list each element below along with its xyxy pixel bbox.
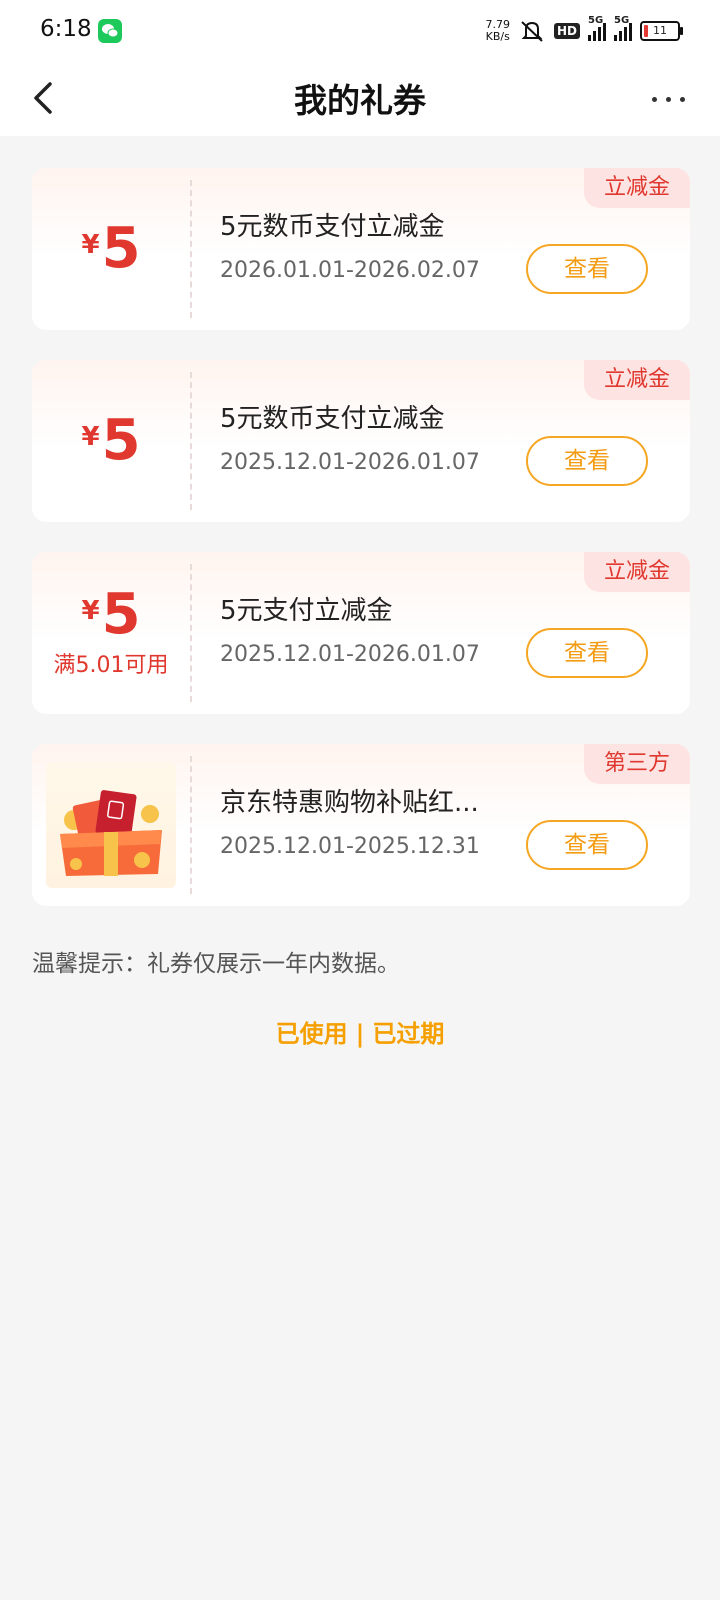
- coupon-name: 5元数币支付立减金: [220, 404, 445, 434]
- currency-symbol: ¥: [81, 596, 100, 626]
- more-options-button[interactable]: [646, 84, 690, 114]
- view-button[interactable]: 查看: [526, 244, 648, 294]
- link-separator: |: [355, 1020, 365, 1048]
- battery-level: 11: [653, 24, 667, 37]
- dashed-divider: [190, 564, 192, 702]
- status-indicators: 7.79 KB/s HD 5G 5G 11: [485, 15, 683, 46]
- gift-box-image: [46, 762, 176, 888]
- coupon-amount: ¥ 5: [81, 221, 140, 277]
- coupon-card[interactable]: 立减金 ¥ 5 5元数币支付立减金 2025.12.01-2026.01.07 …: [32, 360, 690, 522]
- tip-text: 温馨提示：礼券仅展示一年内数据。: [32, 951, 400, 977]
- coupon-validity: 2025.12.01-2026.01.07: [220, 642, 480, 667]
- coupon-tag: 立减金: [583, 168, 690, 208]
- coupon-tag: 立减金: [583, 360, 690, 400]
- coupon-card[interactable]: 第三方 京东特惠购物补贴红... 2025.12.01-2025.12.31 查…: [32, 744, 690, 906]
- coupon-amount-area: ¥ 5: [32, 360, 190, 522]
- currency-symbol: ¥: [81, 422, 100, 452]
- more-dots-icon: [651, 96, 657, 102]
- coupon-list: 立减金 ¥ 5 5元数币支付立减金 2026.01.01-2026.02.07 …: [32, 168, 690, 936]
- coupon-card[interactable]: 立减金 ¥ 5 5元数币支付立减金 2026.01.01-2026.02.07 …: [32, 168, 690, 330]
- coupon-name: 5元数币支付立减金: [220, 212, 445, 242]
- coupon-amount-area: ¥ 5: [32, 168, 190, 330]
- network-speed-unit: KB/s: [485, 30, 510, 43]
- view-button[interactable]: 查看: [526, 820, 648, 870]
- view-button[interactable]: 查看: [526, 436, 648, 486]
- view-button[interactable]: 查看: [526, 628, 648, 678]
- amount-value: 5: [101, 408, 141, 473]
- signal-icon: 5G: [588, 15, 606, 41]
- coupon-card[interactable]: 立减金 ¥ 5 满5.01可用 5元支付立减金 2025.12.01-2026.…: [32, 552, 690, 714]
- coupon-tag: 立减金: [583, 552, 690, 592]
- mute-icon: [521, 21, 543, 42]
- net-type-label: 5G: [614, 15, 630, 26]
- history-links: 已使用 | 已过期: [0, 1014, 720, 1049]
- hd-badge: HD: [553, 23, 580, 39]
- dashed-divider: [190, 372, 192, 510]
- net-type-label: 5G: [588, 15, 604, 26]
- currency-symbol: ¥: [81, 230, 100, 260]
- coupon-name: 5元支付立减金: [220, 596, 393, 626]
- coupon-amount: ¥ 5: [81, 413, 140, 469]
- coupon-validity: 2025.12.01-2026.01.07: [220, 450, 480, 475]
- page-title: 我的礼券: [294, 81, 426, 120]
- used-link[interactable]: 已使用: [276, 1020, 348, 1048]
- battery-icon: 11: [640, 21, 683, 41]
- wechat-icon: [98, 19, 122, 43]
- amount-value: 5: [101, 216, 141, 281]
- coupon-tag: 第三方: [583, 744, 690, 784]
- expired-link[interactable]: 已过期: [372, 1020, 444, 1048]
- amount-value: 5: [101, 582, 141, 647]
- app-header: 我的礼券: [0, 62, 720, 136]
- dashed-divider: [190, 180, 192, 318]
- coupon-amount: ¥ 5: [81, 587, 140, 643]
- signal-icon: 5G: [614, 15, 632, 41]
- coupon-amount-area: ¥ 5 满5.01可用: [32, 552, 190, 714]
- coupon-validity: 2026.01.01-2026.02.07: [220, 258, 480, 283]
- coupon-condition: 满5.01可用: [53, 653, 169, 678]
- dashed-divider: [190, 756, 192, 894]
- network-speed: 7.79 KB/s: [485, 19, 510, 43]
- coupon-name: 京东特惠购物补贴红...: [220, 788, 479, 818]
- coupon-validity: 2025.12.01-2025.12.31: [220, 834, 480, 859]
- status-bar: 6:18 7.79 KB/s HD 5G 5G 11: [0, 0, 720, 62]
- status-time: 6:18: [40, 16, 92, 42]
